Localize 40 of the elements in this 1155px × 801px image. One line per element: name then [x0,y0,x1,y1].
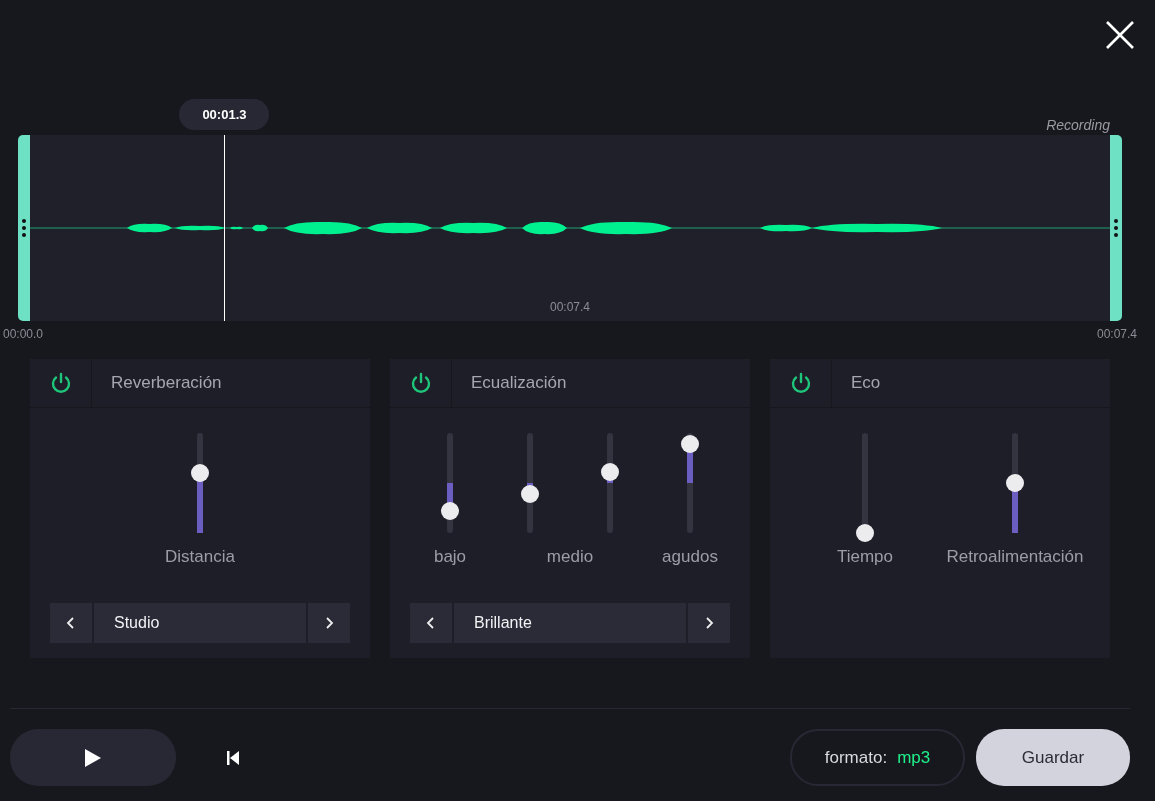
start-time: 00:00.0 [3,327,44,341]
slider-thumb[interactable] [1006,474,1024,492]
power-icon [789,372,812,394]
timestamp: 00:07.4 [549,300,590,314]
slider-thumb[interactable] [521,485,539,503]
slider-thumb[interactable] [856,524,874,542]
slider-label: bajo [433,547,467,567]
slider-label: medio [546,547,594,567]
end-time: 00:07.4 [1096,327,1137,341]
close-icon [1105,20,1135,50]
play-icon [84,747,102,768]
preset-name: Brillante [454,603,686,643]
grip-dots-icon [1114,218,1118,238]
recording-label: Recording [1046,117,1110,133]
slider-thumb[interactable] [191,464,209,482]
power-icon [49,372,72,394]
trim-start-handle[interactable] [18,135,30,321]
chevron-left-icon [426,617,436,629]
preset-name: Studio [94,603,306,643]
effect-title: Ecualización [471,373,567,393]
effect-title: Reverberación [111,373,222,393]
effect-title: Eco [851,373,881,393]
grip-dots-icon [22,218,26,238]
slider-thumb[interactable] [601,463,619,481]
save-button[interactable]: Guardar [976,729,1130,786]
slider-label: Retroalimentación [946,547,1084,567]
format-selector[interactable]: formato: mp3 [790,729,965,786]
playhead-time-tooltip: 00:01.3 [179,99,270,130]
power-icon [409,372,432,394]
chevron-right-icon [324,617,334,629]
close-button[interactable] [1105,20,1135,50]
trim-end-handle[interactable] [1110,135,1122,321]
slider-thumb[interactable] [441,502,459,520]
slider-label: agudos [662,547,718,567]
slider-label: Distancia [165,547,235,567]
slider-thumb[interactable] [681,435,699,453]
chevron-right-icon [704,617,714,629]
skip-back-icon [226,750,240,765]
slider-label: Tiempo [836,547,894,567]
chevron-left-icon [66,617,76,629]
